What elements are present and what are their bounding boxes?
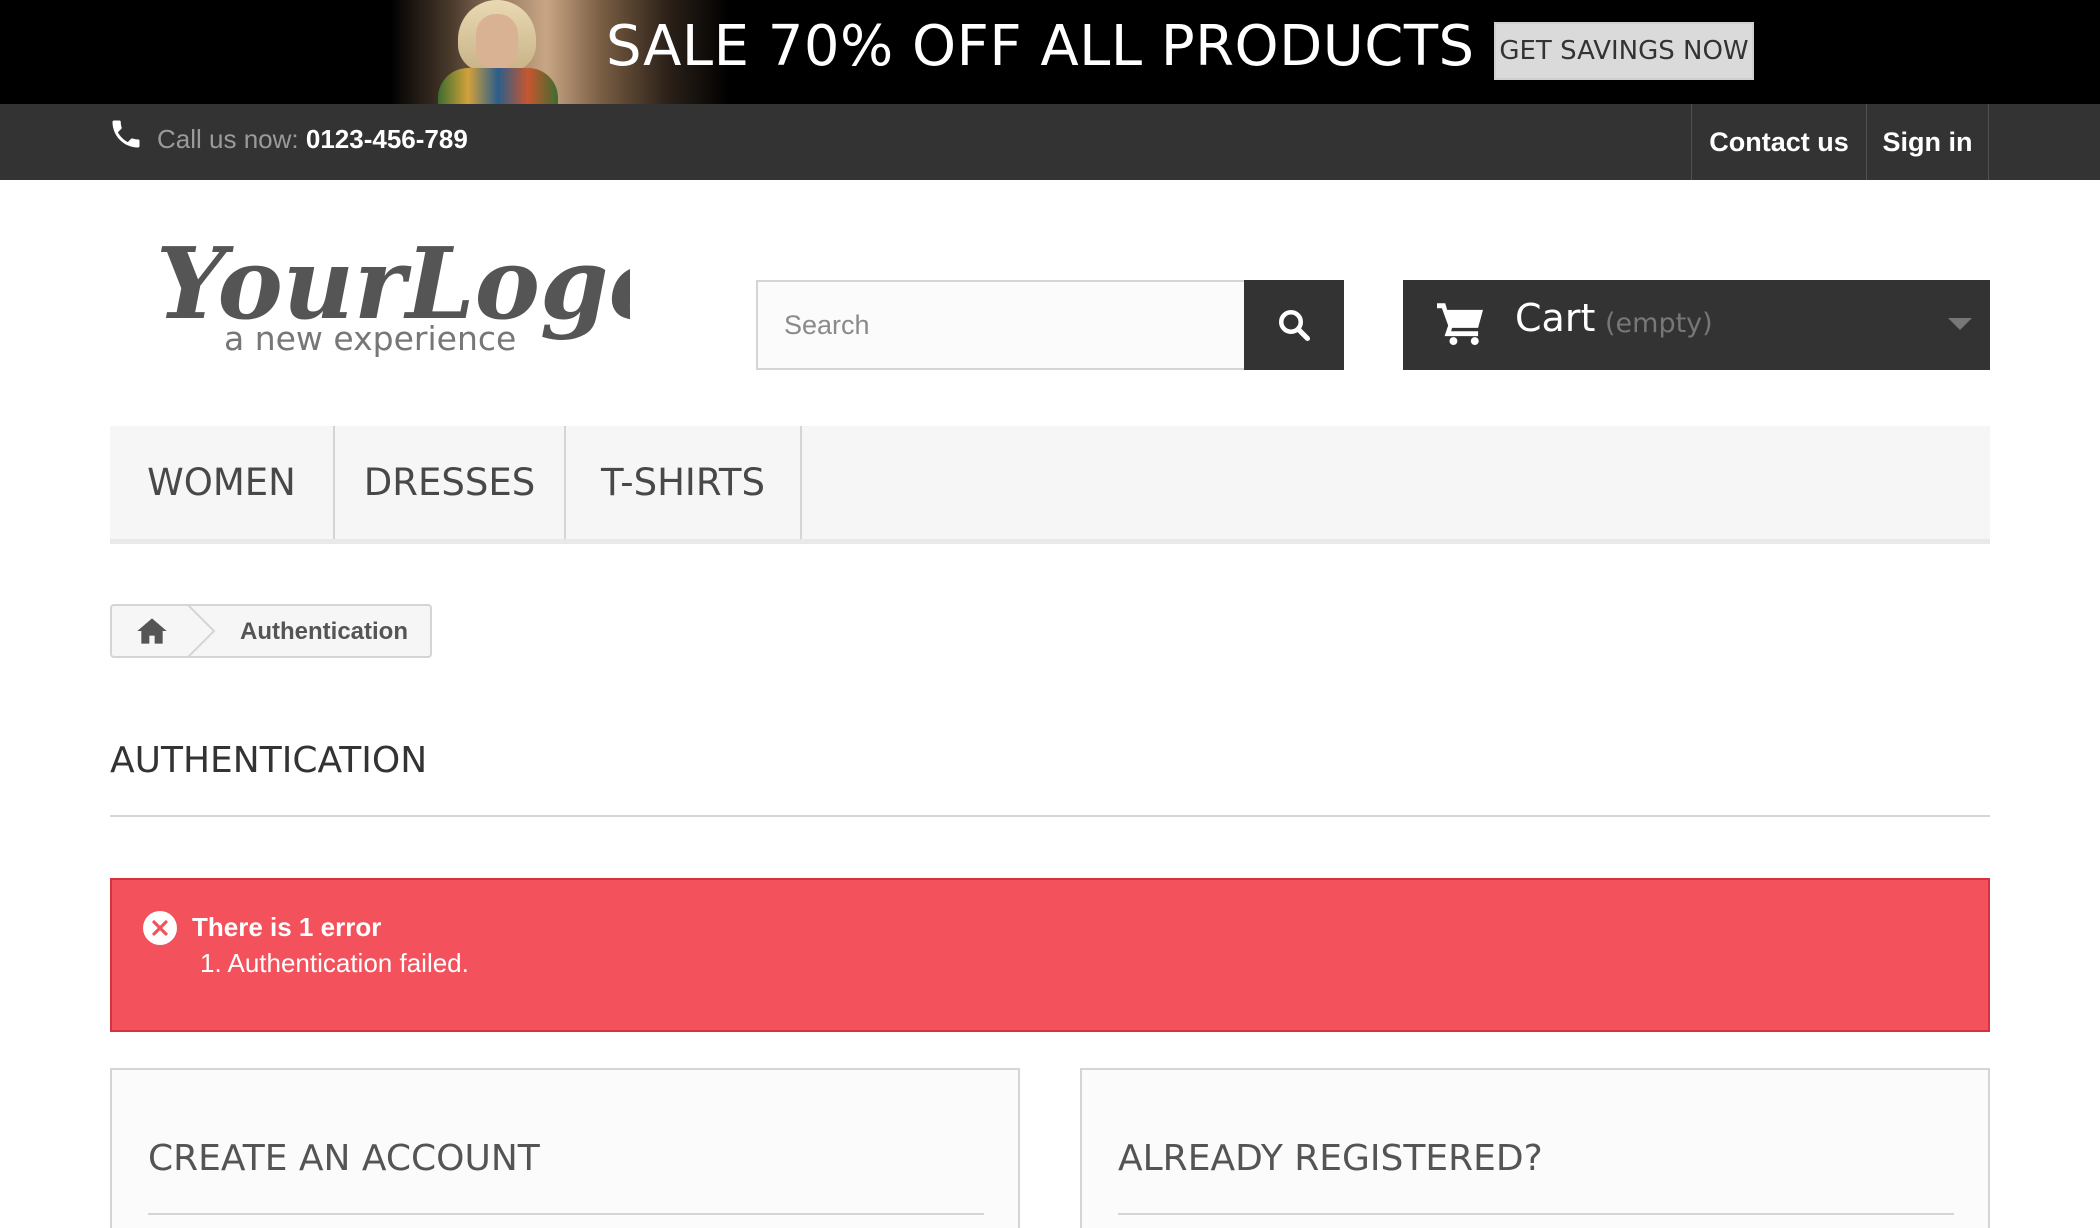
cart-icon: [1437, 303, 1483, 346]
site-logo[interactable]: YourLogo a new experience: [150, 220, 630, 370]
contact-us-link[interactable]: Contact us: [1691, 104, 1866, 180]
menu-item-t-shirts[interactable]: T-SHIRTS: [566, 426, 802, 539]
call-us-text: Call us now: 0123-456-789: [157, 124, 468, 155]
menu-item-women[interactable]: WOMEN: [110, 426, 335, 539]
phone-number: 0123-456-789: [305, 124, 468, 154]
promo-photo-dress: [438, 68, 558, 104]
create-account-box: CREATE AN ACCOUNT: [110, 1068, 1020, 1228]
phone-icon: [112, 120, 140, 148]
promo-headline: SALE 70% OFF ALL PRODUCTS: [606, 14, 1475, 79]
error-item: 1. Authentication failed.: [200, 948, 469, 978]
already-registered-box: ALREADY REGISTERED?: [1080, 1068, 1990, 1228]
cart-status: (empty): [1605, 308, 1713, 339]
get-savings-button[interactable]: GET SAVINGS NOW: [1494, 22, 1754, 80]
error-icon: [143, 911, 177, 945]
heading-divider: [110, 815, 1990, 817]
search-icon: [1279, 310, 1311, 342]
search-input[interactable]: [756, 280, 1246, 370]
chevron-down-icon: [1948, 318, 1972, 330]
sign-in-link[interactable]: Sign in: [1866, 104, 1989, 180]
page-title: AUTHENTICATION: [110, 740, 428, 781]
main-menu: WOMEN DRESSES T-SHIRTS: [110, 426, 1990, 544]
error-title: There is 1 error: [192, 912, 382, 942]
home-icon: [137, 618, 167, 644]
box-divider: [148, 1213, 984, 1215]
breadcrumb: Authentication: [110, 604, 432, 658]
error-alert: There is 1 error 1. Authentication faile…: [110, 878, 1990, 1032]
search-button[interactable]: [1244, 280, 1344, 370]
promo-photo-face: [476, 14, 518, 70]
box-divider: [1118, 1213, 1954, 1215]
cart-button[interactable]: Cart (empty): [1403, 280, 1990, 370]
create-account-title: CREATE AN ACCOUNT: [148, 1138, 540, 1179]
breadcrumb-current: Authentication: [240, 618, 408, 645]
breadcrumb-separator: [187, 606, 216, 656]
call-label: Call us now:: [157, 124, 299, 154]
already-registered-title: ALREADY REGISTERED?: [1118, 1138, 1543, 1179]
logo-tagline: a new experience: [224, 319, 516, 358]
menu-item-dresses[interactable]: DRESSES: [335, 426, 566, 539]
cart-label: Cart: [1515, 296, 1596, 340]
promo-banner[interactable]: SALE 70% OFF ALL PRODUCTS GET SAVINGS NO…: [0, 0, 2100, 104]
